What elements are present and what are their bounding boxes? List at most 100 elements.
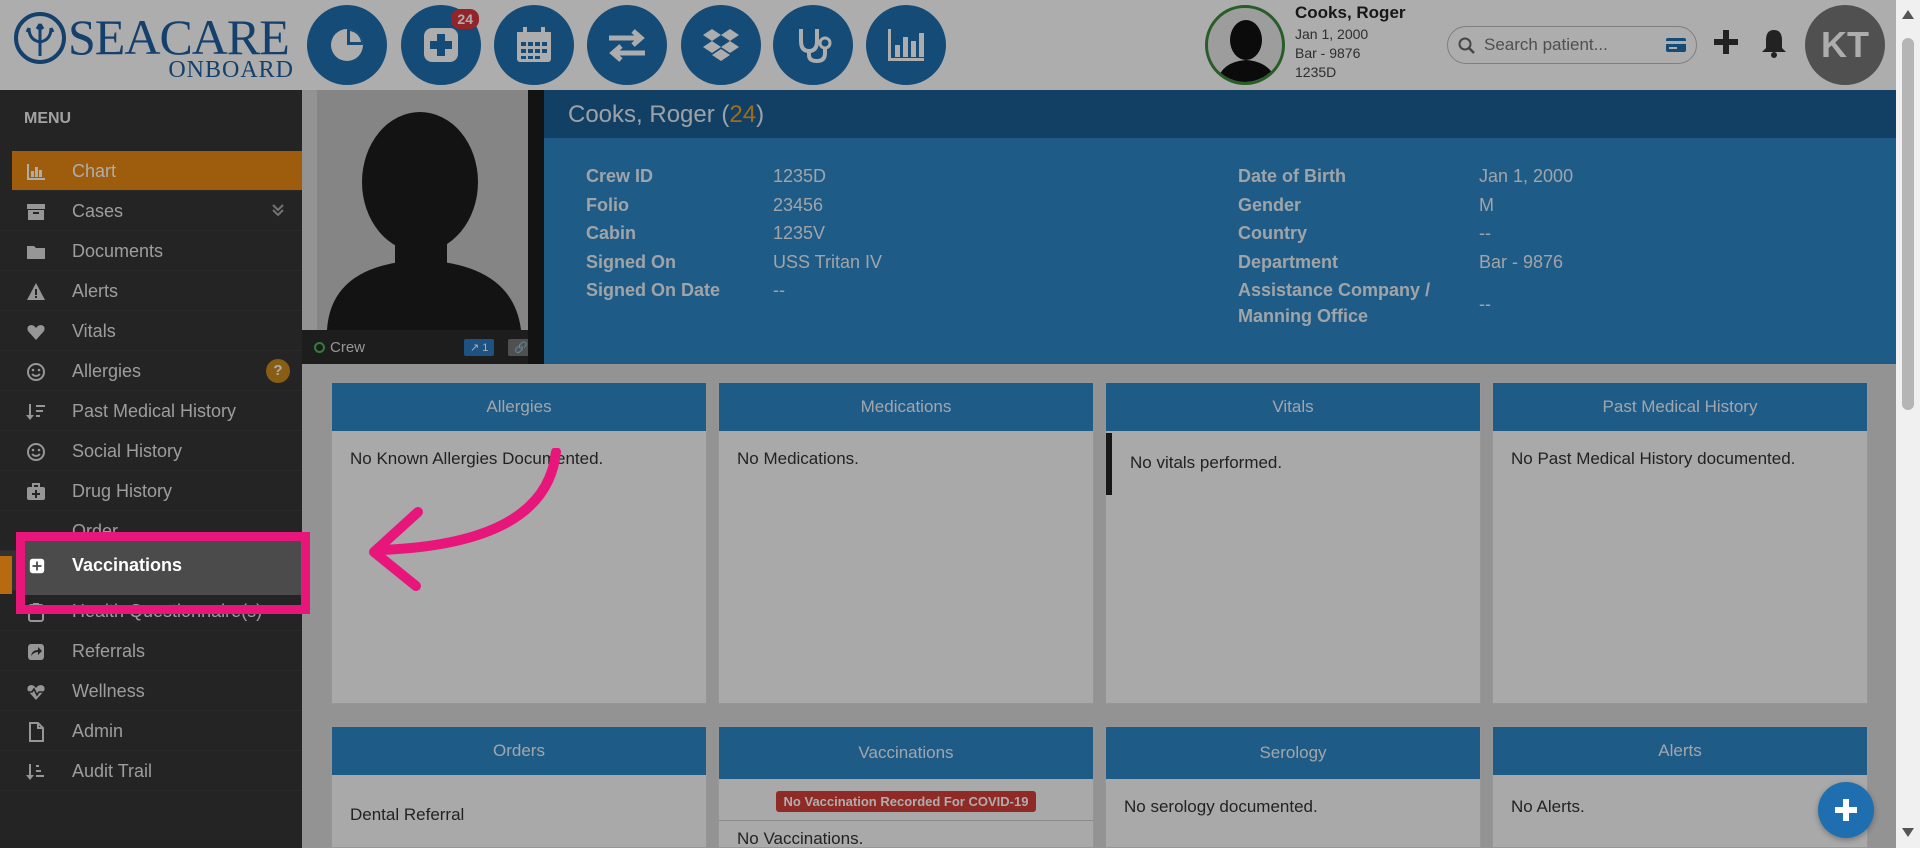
smile-icon bbox=[27, 363, 45, 381]
sort-icon bbox=[26, 404, 45, 420]
sidebar-item-chart[interactable]: Chart bbox=[12, 151, 302, 191]
card-title[interactable]: Orders bbox=[332, 727, 706, 775]
scroll-down-arrow-icon[interactable] bbox=[1902, 828, 1914, 837]
new-case-button[interactable]: 24 bbox=[401, 5, 481, 85]
patient-search bbox=[1447, 26, 1697, 64]
sidebar-item-cases[interactable]: Cases bbox=[0, 191, 302, 231]
sidebar-item-admin[interactable]: Admin bbox=[0, 711, 302, 751]
clinical-button[interactable] bbox=[773, 5, 853, 85]
sidebar-item-label: Referrals bbox=[72, 641, 146, 661]
sidebar-item-drug-history[interactable]: Drug History bbox=[0, 471, 302, 511]
add-icon[interactable] bbox=[1712, 28, 1740, 56]
user-avatar[interactable]: KT bbox=[1805, 5, 1885, 85]
transfer-button[interactable] bbox=[587, 5, 667, 85]
field-value: -- bbox=[773, 280, 785, 300]
sidebar-item-vitals[interactable]: Vitals bbox=[0, 311, 302, 351]
field-label: Signed On bbox=[586, 252, 676, 272]
bar-chart-icon bbox=[27, 164, 45, 180]
transfer-arrows-icon bbox=[609, 29, 645, 62]
card-text: No vitals performed. bbox=[1130, 453, 1283, 472]
patient-photo[interactable] bbox=[317, 90, 528, 330]
reports-button[interactable] bbox=[866, 5, 946, 85]
dropbox-button[interactable] bbox=[681, 5, 761, 85]
sidebar-item-wellness[interactable]: Wellness bbox=[0, 671, 302, 711]
current-patient-widget[interactable]: Cooks, Roger Jan 1, 2000 Bar - 9876 1235… bbox=[1205, 3, 1445, 85]
file-icon bbox=[29, 722, 44, 742]
id-card-icon[interactable] bbox=[1666, 38, 1686, 52]
sidebar-item-label: Wellness bbox=[72, 681, 145, 701]
crew-status: Crew bbox=[314, 339, 365, 356]
card-title[interactable]: Alerts bbox=[1493, 727, 1867, 775]
search-input[interactable] bbox=[1484, 34, 1654, 56]
field-value: 23456 bbox=[773, 195, 824, 215]
sidebar-item-referrals[interactable]: Referrals bbox=[0, 631, 302, 671]
medications-card: Medications No Medications. bbox=[718, 382, 1094, 704]
highlight-box bbox=[16, 532, 310, 614]
sidebar-item-social-history[interactable]: Social History bbox=[0, 431, 302, 471]
field-label: Crew ID bbox=[586, 166, 654, 186]
card-title[interactable]: Vaccinations bbox=[719, 727, 1093, 779]
sidebar-item-audit-trail[interactable]: Audit Trail bbox=[0, 751, 302, 791]
field-value: Jan 1, 2000 bbox=[1479, 166, 1574, 186]
field-label: Manning Office bbox=[1238, 306, 1368, 326]
dashboard-button[interactable] bbox=[307, 5, 387, 85]
card-text: No Alerts. bbox=[1511, 797, 1585, 816]
dropbox-icon bbox=[703, 29, 739, 61]
sidebar-item-label: Past Medical History bbox=[72, 401, 237, 421]
sidebar-item-label: Vitals bbox=[72, 321, 116, 341]
calendar-icon bbox=[517, 27, 551, 62]
card-title[interactable]: Past Medical History bbox=[1493, 383, 1867, 431]
help-badge: ? bbox=[266, 359, 290, 383]
trident-icon bbox=[14, 12, 66, 64]
add-fab-button[interactable] bbox=[1818, 782, 1874, 838]
pie-chart-icon bbox=[331, 29, 363, 61]
logo-brand: SEACARE bbox=[68, 9, 290, 65]
patient-mini-name: Cooks, Roger bbox=[1295, 3, 1406, 22]
vaccinations-card: Vaccinations No Vaccination Recorded For… bbox=[718, 726, 1094, 848]
menu-title: MENU bbox=[24, 110, 72, 127]
archive-icon bbox=[27, 204, 45, 220]
field-label: Country bbox=[1238, 223, 1307, 243]
plus-icon bbox=[1835, 799, 1857, 821]
scrollbar[interactable] bbox=[1896, 0, 1920, 848]
sidebar: MENU Chart Cases Documents Alerts Vitals… bbox=[0, 90, 302, 848]
sort-amount-icon bbox=[26, 764, 44, 780]
notification-badge: 24 bbox=[451, 9, 479, 29]
status-dot-icon bbox=[314, 342, 325, 353]
card-title[interactable]: Medications bbox=[719, 383, 1093, 431]
patient-details: Crew ID 1235D Folio 23456 Cabin 1235V Si… bbox=[544, 138, 1896, 364]
scrollbar-thumb[interactable] bbox=[1902, 38, 1914, 410]
share-count-badge[interactable]: ↗ 1 bbox=[464, 339, 495, 356]
top-bar: SEACARE ONBOARD 24 Cooks, Roger Jan 1, 2… bbox=[0, 0, 1920, 90]
sidebar-item-documents[interactable]: Documents bbox=[0, 231, 302, 271]
patient-mini-department: Bar - 9876 bbox=[1295, 45, 1361, 61]
bar-chart-icon bbox=[888, 29, 924, 61]
card-title[interactable]: Vitals bbox=[1106, 383, 1480, 431]
scroll-up-arrow-icon[interactable] bbox=[1902, 10, 1914, 19]
divider bbox=[528, 90, 544, 364]
sidebar-item-label: Allergies bbox=[72, 361, 142, 381]
medical-plus-icon bbox=[424, 28, 458, 62]
card-title[interactable]: Allergies bbox=[332, 383, 706, 431]
field-value: -- bbox=[1479, 223, 1491, 243]
bell-icon[interactable] bbox=[1760, 28, 1788, 58]
heartbeat-icon bbox=[27, 685, 45, 700]
seacare-logo[interactable]: SEACARE ONBOARD bbox=[14, 8, 294, 82]
sidebar-item-alerts[interactable]: Alerts bbox=[0, 271, 302, 311]
photo-status-strip: Crew ↗ 1 🔗 bbox=[302, 330, 534, 364]
field-label: Date of Birth bbox=[1238, 166, 1346, 186]
patient-age: 24 bbox=[729, 101, 757, 128]
calendar-button[interactable] bbox=[494, 5, 574, 85]
field-label: Signed On Date bbox=[586, 280, 721, 300]
field-value: 1235V bbox=[773, 223, 826, 243]
sidebar-item-allergies[interactable]: Allergies ? bbox=[0, 351, 302, 391]
field-value: Bar - 9876 bbox=[1479, 252, 1564, 272]
alerts-card: Alerts No Alerts. bbox=[1492, 726, 1868, 848]
sidebar-item-label: Drug History bbox=[72, 481, 173, 501]
card-title[interactable]: Serology bbox=[1106, 727, 1480, 779]
field-label: Department bbox=[1238, 252, 1339, 272]
sidebar-item-past-medical-history[interactable]: Past Medical History bbox=[0, 391, 302, 431]
card-text: No Medications. bbox=[737, 449, 859, 468]
patient-avatar bbox=[1205, 5, 1285, 85]
patient-name: Cooks, Roger (24) bbox=[568, 101, 765, 128]
